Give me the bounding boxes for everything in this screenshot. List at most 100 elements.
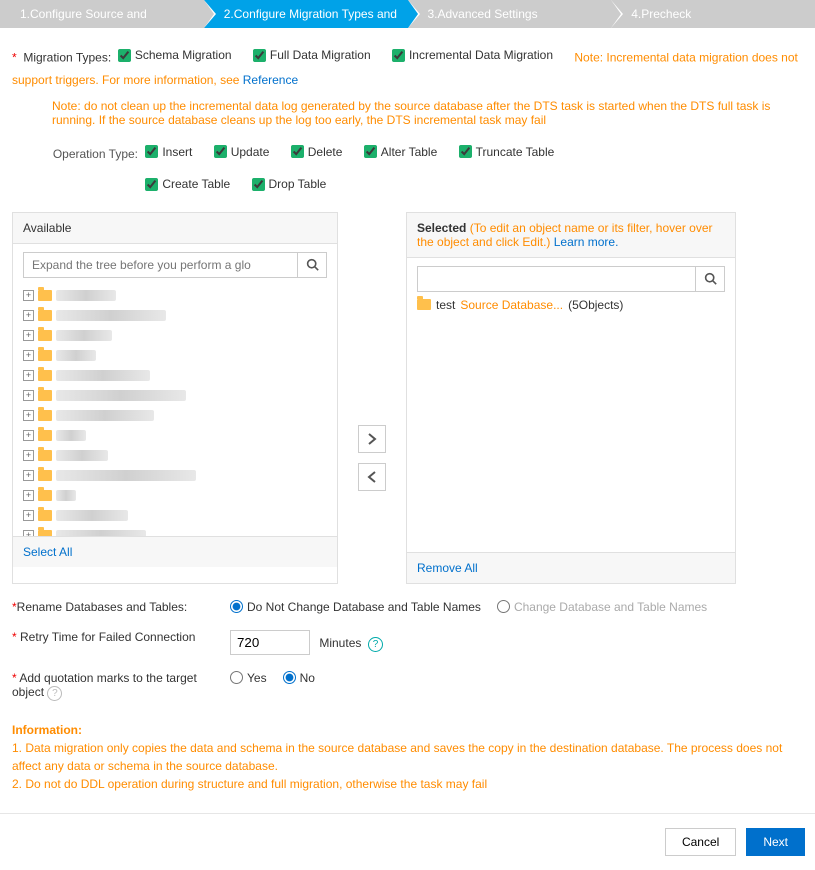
expand-icon[interactable]: + [23, 370, 34, 381]
tree-item-label [56, 530, 146, 536]
selected-panel: Selected (To edit an object name or its … [406, 212, 736, 584]
remove-all-link[interactable]: Remove All [417, 561, 478, 575]
quotes-label: Add quotation marks to the target object [12, 671, 197, 699]
search-icon [306, 258, 319, 271]
expand-icon[interactable]: + [23, 430, 34, 441]
select-all-link[interactable]: Select All [23, 545, 72, 559]
selected-search-button[interactable] [695, 266, 725, 292]
expand-icon[interactable]: + [23, 330, 34, 341]
step-3[interactable]: 3.Advanced Settings [408, 0, 612, 28]
folder-icon [38, 430, 52, 441]
available-search-button[interactable] [297, 252, 327, 278]
tree-item[interactable]: + [23, 306, 327, 326]
chk-schema-migration[interactable]: Schema Migration [118, 44, 232, 66]
tree-item-label [56, 470, 196, 481]
tree-item[interactable]: + [23, 326, 327, 346]
tree-item-label [56, 510, 128, 521]
tree-item-label [56, 450, 108, 461]
tree-item-label [56, 310, 166, 321]
chk-update[interactable]: Update [214, 141, 270, 163]
chk-delete[interactable]: Delete [291, 141, 343, 163]
tree-item[interactable]: + [23, 446, 327, 466]
selected-item[interactable]: test Source Database... (5Objects) [417, 298, 725, 312]
search-icon [704, 272, 717, 285]
reference-link[interactable]: Reference [243, 73, 298, 87]
folder-icon [38, 330, 52, 341]
expand-icon[interactable]: + [23, 490, 34, 501]
chk-truncate-table[interactable]: Truncate Table [459, 141, 555, 163]
help-icon[interactable]: ? [368, 637, 383, 652]
folder-icon [38, 410, 52, 421]
chk-full-data-migration[interactable]: Full Data Migration [253, 44, 371, 66]
chevron-right-icon [367, 433, 377, 445]
tree-item[interactable]: + [23, 426, 327, 446]
operation-type-label: Operation Type: [12, 143, 138, 165]
tree-item[interactable]: + [23, 366, 327, 386]
folder-icon [38, 510, 52, 521]
folder-icon [38, 390, 52, 401]
step-4[interactable]: 4.Precheck [611, 0, 815, 28]
selected-search-input[interactable] [417, 266, 695, 292]
folder-icon [38, 450, 52, 461]
expand-icon[interactable]: + [23, 530, 34, 536]
available-tree[interactable]: ++++++++++++++ [13, 286, 337, 536]
tree-item[interactable]: + [23, 286, 327, 306]
folder-icon [38, 310, 52, 321]
tree-item-label [56, 410, 154, 421]
tree-item-label [56, 370, 150, 381]
available-title: Available [13, 213, 337, 244]
expand-icon[interactable]: + [23, 410, 34, 421]
available-panel: Available ++++++++++++++ Select All [12, 212, 338, 584]
folder-icon [38, 470, 52, 481]
tree-item[interactable]: + [23, 466, 327, 486]
expand-icon[interactable]: + [23, 470, 34, 481]
tree-item-label [56, 350, 96, 361]
chk-insert[interactable]: Insert [145, 141, 192, 163]
tree-item[interactable]: + [23, 386, 327, 406]
tree-item[interactable]: + [23, 506, 327, 526]
expand-icon[interactable]: + [23, 310, 34, 321]
folder-icon [38, 350, 52, 361]
information-block: Information: 1. Data migration only copi… [12, 721, 803, 793]
expand-icon[interactable]: + [23, 450, 34, 461]
tree-item[interactable]: + [23, 526, 327, 536]
chevron-left-icon [367, 471, 377, 483]
tree-item-label [56, 390, 186, 401]
radio-change[interactable]: Change Database and Table Names [497, 600, 707, 614]
selected-item-source: Source Database... [460, 298, 563, 312]
rename-label: Rename Databases and Tables: [17, 600, 188, 614]
expand-icon[interactable]: + [23, 390, 34, 401]
help-icon[interactable]: ? [47, 686, 62, 701]
required-asterisk: * [12, 51, 17, 65]
selected-item-name: test [436, 298, 455, 312]
chk-create-table[interactable]: Create Table [145, 173, 230, 195]
note-cleanup: Note: do not clean up the incremental da… [12, 99, 803, 127]
chk-drop-table[interactable]: Drop Table [252, 173, 327, 195]
radio-quotes-no[interactable]: No [283, 671, 315, 685]
tree-item[interactable]: + [23, 346, 327, 366]
radio-no-change[interactable]: Do Not Change Database and Table Names [230, 600, 481, 614]
step-2[interactable]: 2.Configure Migration Types and [204, 0, 408, 28]
tree-item-label [56, 290, 116, 301]
move-left-button[interactable] [358, 463, 386, 491]
expand-icon[interactable]: + [23, 290, 34, 301]
tree-item[interactable]: + [23, 406, 327, 426]
step-1[interactable]: 1.Configure Source and Destination [0, 0, 204, 28]
move-right-button[interactable] [358, 425, 386, 453]
tree-item-label [56, 330, 112, 341]
expand-icon[interactable]: + [23, 350, 34, 361]
expand-icon[interactable]: + [23, 510, 34, 521]
folder-icon [38, 490, 52, 501]
selected-item-count: (5Objects) [568, 298, 623, 312]
retry-label: Retry Time for Failed Connection [20, 630, 195, 644]
retry-time-input[interactable] [230, 630, 310, 655]
chk-alter-table[interactable]: Alter Table [364, 141, 437, 163]
radio-quotes-yes[interactable]: Yes [230, 671, 267, 685]
tree-item[interactable]: + [23, 486, 327, 506]
selected-title: Selected [417, 221, 466, 235]
chk-incremental-data-migration[interactable]: Incremental Data Migration [392, 44, 553, 66]
tree-item-label [56, 430, 86, 441]
learn-more-link[interactable]: Learn more. [554, 235, 619, 249]
folder-icon [38, 530, 52, 536]
available-search-input[interactable] [23, 252, 297, 278]
